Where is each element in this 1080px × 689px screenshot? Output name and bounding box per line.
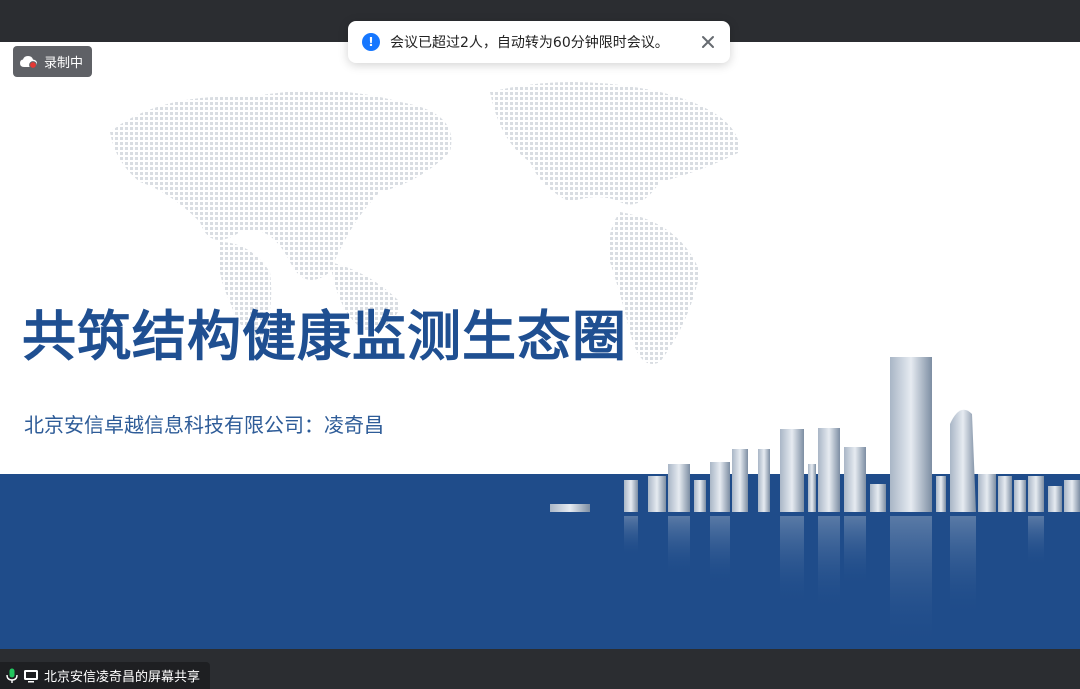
screen-share-owner: 北京安信凌奇昌的屏幕共享 bbox=[44, 670, 201, 685]
slide-title: 共筑结构健康监测生态圈 bbox=[22, 305, 627, 368]
cloud-recording-icon bbox=[20, 55, 37, 69]
info-icon: ! bbox=[362, 33, 380, 51]
shared-screen-area: 共筑结构健康监测生态圈 北京安信卓越信息科技有限公司：凌奇昌 bbox=[0, 42, 1080, 649]
close-icon[interactable] bbox=[700, 34, 716, 50]
recording-label: 录制中 bbox=[44, 56, 84, 71]
notification-message: 会议已超过2人，自动转为60分钟限时会议。 bbox=[390, 35, 669, 51]
slide-subtitle: 北京安信卓越信息科技有限公司：凌奇昌 bbox=[24, 413, 384, 437]
screen-share-label: 北京安信凌奇昌的屏幕共享 bbox=[0, 662, 211, 689]
meeting-limit-notification: ! 会议已超过2人，自动转为60分钟限时会议。 bbox=[348, 21, 730, 63]
microphone-icon[interactable] bbox=[6, 668, 18, 684]
screen-share-icon bbox=[24, 669, 38, 682]
recording-indicator[interactable]: 录制中 bbox=[13, 46, 93, 77]
city-skyline-graphic bbox=[550, 357, 1080, 646]
